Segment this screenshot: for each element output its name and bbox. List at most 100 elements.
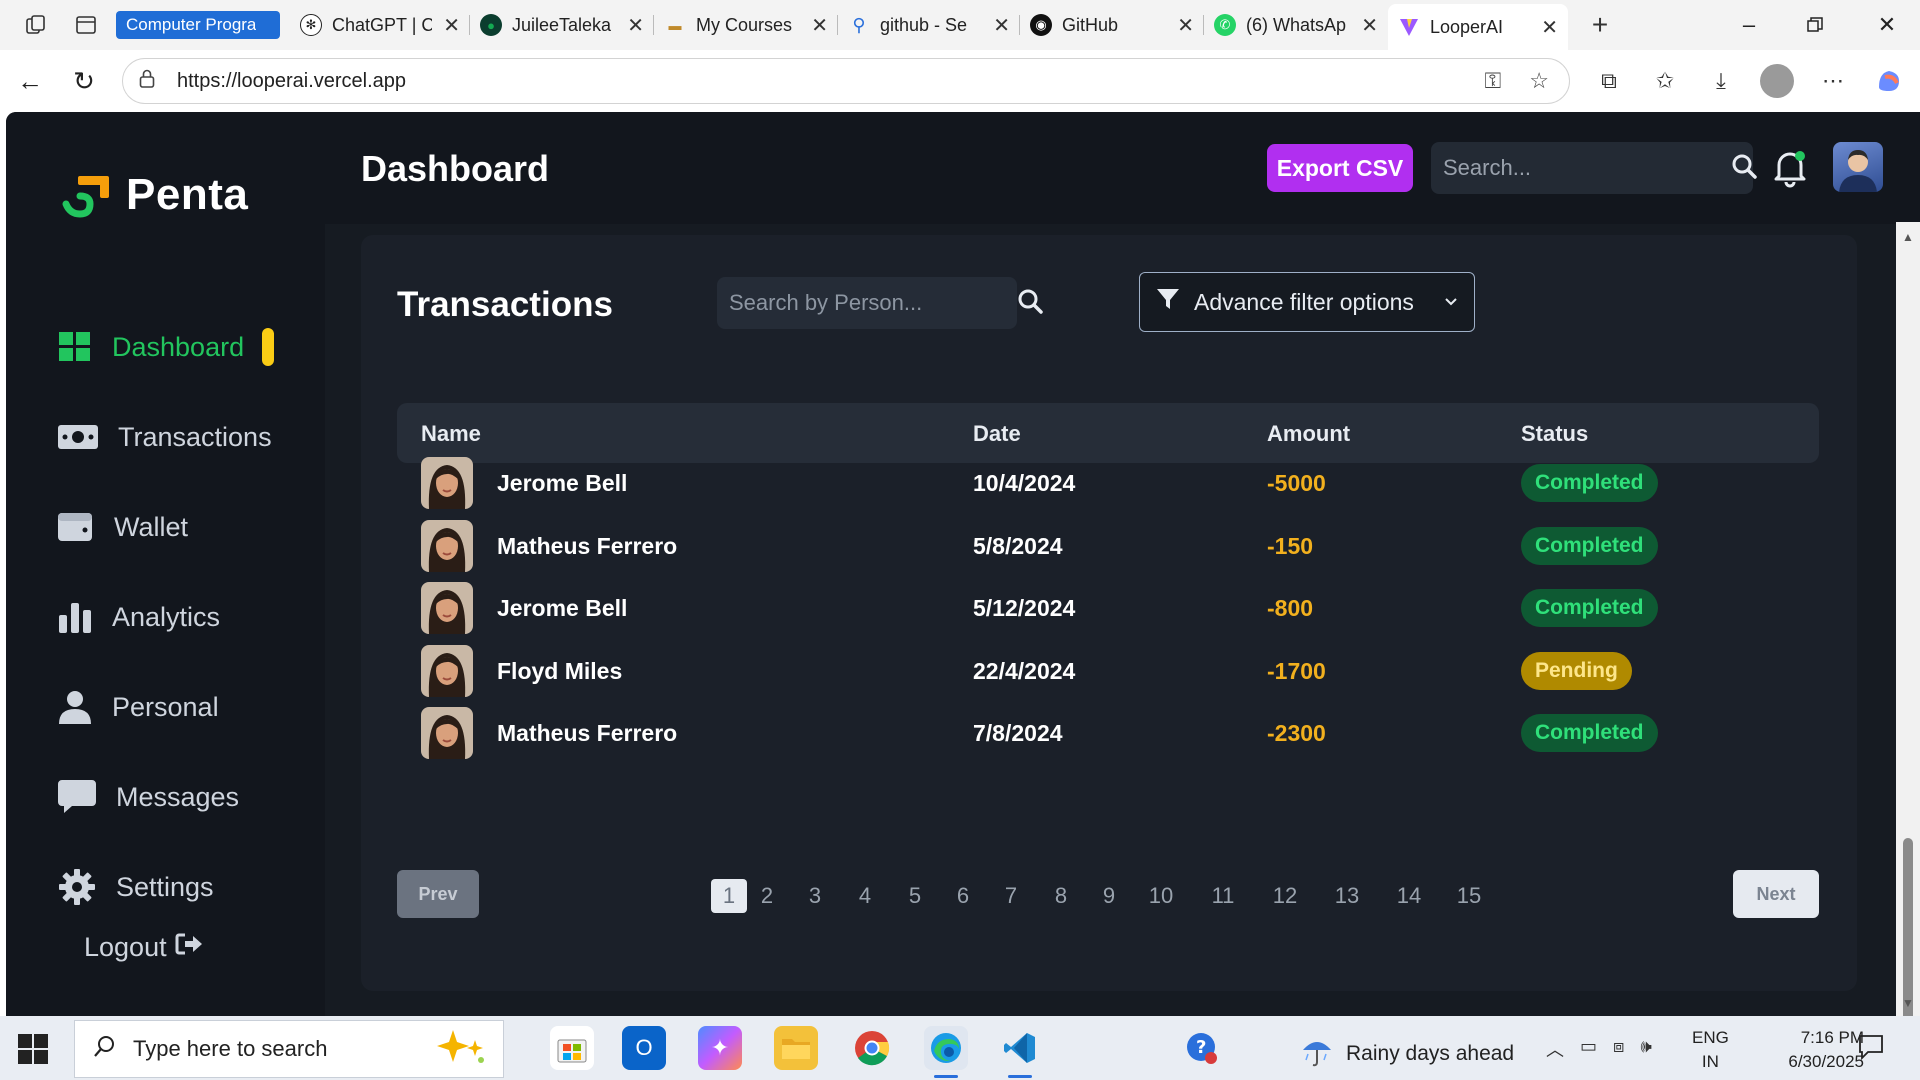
- extensions-icon[interactable]: ⧉: [1590, 62, 1628, 100]
- search-icon[interactable]: [1731, 153, 1757, 184]
- close-icon[interactable]: ✕: [435, 13, 460, 38]
- tab-title: Computer Progra: [126, 15, 257, 34]
- help-icon[interactable]: ?: [1180, 1026, 1224, 1070]
- page-number-11[interactable]: 11: [1205, 879, 1241, 913]
- tab-whatsapp[interactable]: ✆ (6) WhatsAp ✕: [1204, 6, 1388, 44]
- sidebar-item-dashboard[interactable]: Dashboard: [58, 302, 298, 392]
- page-number-7[interactable]: 7: [999, 879, 1023, 913]
- chevron-up-icon[interactable]: ︿: [1546, 1036, 1564, 1062]
- avatar[interactable]: [1833, 142, 1883, 192]
- microsoft-store-icon[interactable]: [550, 1026, 594, 1070]
- chrome-icon[interactable]: [850, 1026, 894, 1070]
- sidebar-item-label: Messages: [116, 781, 240, 812]
- person-search-input[interactable]: [729, 290, 1017, 316]
- downloads-icon[interactable]: ⤓: [1702, 62, 1740, 100]
- tab-actions-icon[interactable]: [68, 7, 104, 43]
- tab-github-search[interactable]: ⚲ github - Se ✕: [838, 6, 1020, 44]
- top-search-input[interactable]: [1443, 155, 1731, 181]
- page-scrollbar[interactable]: ▲ ▼: [1896, 222, 1920, 1016]
- windows-start-icon[interactable]: [14, 1030, 52, 1068]
- page-number-1[interactable]: 1: [711, 879, 747, 913]
- row-date: 5/8/2024: [973, 533, 1063, 559]
- scroll-up-arrow-icon[interactable]: ▲: [1902, 230, 1914, 244]
- page-number-14[interactable]: 14: [1391, 879, 1427, 913]
- page-number-2[interactable]: 2: [755, 879, 779, 913]
- logout-button[interactable]: Logout: [84, 932, 203, 963]
- page-number-10[interactable]: 10: [1143, 879, 1179, 913]
- notification-center-icon[interactable]: [1858, 1034, 1886, 1062]
- gear-icon: [58, 869, 96, 905]
- restore-icon[interactable]: [1782, 0, 1848, 50]
- page-number-4[interactable]: 4: [853, 879, 877, 913]
- tab-group-label[interactable]: Computer Progra: [116, 11, 280, 39]
- sidebar-item-analytics[interactable]: Analytics: [58, 572, 298, 662]
- page-number-6[interactable]: 6: [951, 879, 975, 913]
- outlook-icon[interactable]: O: [622, 1026, 666, 1070]
- next-page-button[interactable]: Next: [1733, 870, 1819, 918]
- sidebar-item-personal[interactable]: Personal: [58, 662, 298, 752]
- scroll-down-arrow-icon[interactable]: ▼: [1902, 996, 1914, 1010]
- tab-title: JuileeTaleka: [512, 14, 612, 35]
- prev-page-button[interactable]: Prev: [397, 870, 479, 918]
- export-csv-button[interactable]: Export CSV: [1267, 144, 1413, 192]
- battery-icon[interactable]: ▭: [1580, 1036, 1597, 1062]
- file-explorer-icon[interactable]: [774, 1026, 818, 1070]
- close-icon[interactable]: ✕: [803, 13, 828, 38]
- sidebar-item-label: Transactions: [118, 421, 272, 452]
- close-icon[interactable]: ✕: [619, 13, 644, 38]
- sidebar-item-transactions[interactable]: Transactions: [58, 392, 298, 482]
- close-window-icon[interactable]: ✕: [1854, 0, 1920, 50]
- notification-bell-icon[interactable]: [1771, 148, 1809, 188]
- workspaces-icon[interactable]: [18, 7, 54, 43]
- language-indicator[interactable]: ENG IN: [1692, 1026, 1729, 1074]
- filter-icon: [1156, 287, 1180, 317]
- profile-icon[interactable]: [1758, 62, 1796, 100]
- edge-icon[interactable]: [924, 1026, 968, 1078]
- page-number-9[interactable]: 9: [1097, 879, 1121, 913]
- tab-chatgpt[interactable]: ✻ ChatGPT | C ✕: [290, 6, 470, 44]
- taskbar-search-box[interactable]: Type here to search: [74, 1020, 504, 1078]
- page-number-3[interactable]: 3: [803, 879, 827, 913]
- url-field[interactable]: https://looperai.vercel.app ⚿ ☆: [122, 58, 1570, 104]
- close-icon[interactable]: ✕: [1353, 13, 1378, 38]
- search-icon[interactable]: [1017, 288, 1043, 319]
- tab-github[interactable]: ◉ GitHub ✕: [1020, 6, 1204, 44]
- tab-my-courses[interactable]: ▬ My Courses ✕: [654, 6, 838, 44]
- page-number-12[interactable]: 12: [1267, 879, 1303, 913]
- favorites-icon[interactable]: ✩: [1646, 62, 1684, 100]
- scroll-thumb[interactable]: [1903, 838, 1913, 1016]
- page-number-15[interactable]: 15: [1451, 879, 1487, 913]
- close-icon[interactable]: ✕: [1169, 13, 1194, 38]
- volume-icon[interactable]: 🕪: [1640, 1036, 1651, 1062]
- page-number-13[interactable]: 13: [1329, 879, 1365, 913]
- avatar: [421, 520, 473, 572]
- table-row[interactable]: Matheus Ferrero 7/8/2024 -2300 Completed: [397, 695, 1819, 771]
- refresh-icon[interactable]: ↻: [62, 59, 106, 103]
- close-icon[interactable]: ✕: [985, 13, 1010, 38]
- key-icon[interactable]: ⚿: [1485, 68, 1502, 94]
- logout-label: Logout: [84, 932, 167, 962]
- sidebar-item-settings[interactable]: Settings: [58, 842, 298, 932]
- more-icon[interactable]: ⋯: [1814, 62, 1852, 100]
- page-number-8[interactable]: 8: [1049, 879, 1073, 913]
- network-icon[interactable]: ⧈: [1613, 1036, 1624, 1062]
- new-tab-icon[interactable]: +: [1582, 7, 1618, 43]
- grid-icon: [58, 330, 92, 364]
- advance-filter-dropdown[interactable]: Advance filter options: [1139, 272, 1475, 332]
- clock[interactable]: 7:16 PM 6/30/2025: [1744, 1026, 1864, 1074]
- sidebar-item-messages[interactable]: Messages: [58, 752, 298, 842]
- vscode-icon[interactable]: [998, 1026, 1042, 1078]
- weather-widget[interactable]: Rainy days ahead: [1300, 1034, 1514, 1074]
- favorite-star-icon[interactable]: ☆: [1529, 68, 1549, 94]
- copilot-icon[interactable]: [1870, 62, 1908, 100]
- status-badge: Pending: [1521, 652, 1632, 690]
- sidebar-nav: Dashboard Transactions Wallet Analytics …: [58, 302, 298, 932]
- tab-looperai[interactable]: LooperAI ✕: [1388, 4, 1568, 50]
- page-number-5[interactable]: 5: [903, 879, 927, 913]
- sidebar-item-wallet[interactable]: Wallet: [58, 482, 298, 572]
- close-icon[interactable]: ✕: [1533, 15, 1558, 40]
- copilot-app-icon[interactable]: ✦: [698, 1026, 742, 1070]
- minimize-icon[interactable]: –: [1716, 0, 1782, 50]
- back-icon[interactable]: ←: [8, 59, 52, 103]
- tab-mongodb[interactable]: ● JuileeTaleka ✕: [470, 6, 654, 44]
